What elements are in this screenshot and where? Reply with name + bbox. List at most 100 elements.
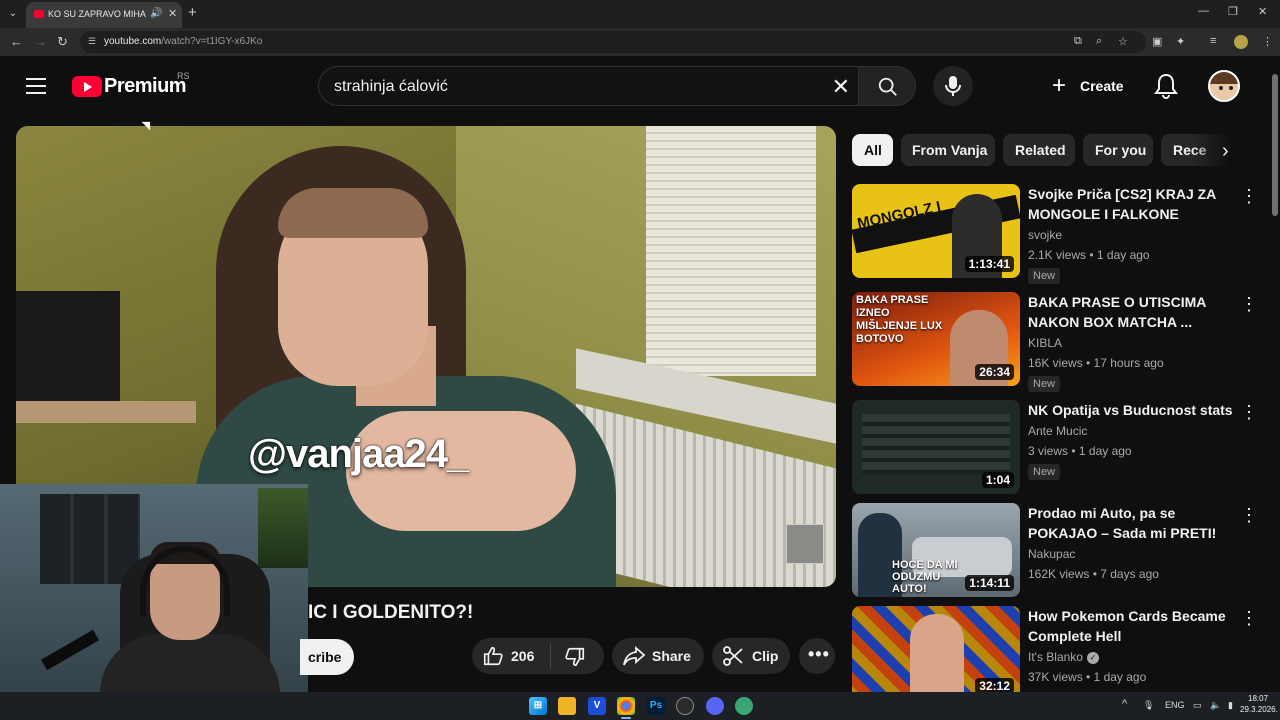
tray-mic-icon[interactable]: 🎙 — [1143, 700, 1154, 711]
video-title[interactable]: NK Opatija vs Buducnost stats — [1028, 400, 1238, 420]
video-title[interactable]: BAKA PRASE O UTISCIMA NAKON BOX MATCHA .… — [1028, 292, 1238, 332]
video-title[interactable]: Svojke Priča [CS2] KRAJ ZA MONGOLE I FAL… — [1028, 184, 1238, 224]
tab-title: KO SU ZAPRAVO MIHAJLO — [48, 9, 146, 19]
subscribe-button[interactable]: cribe — [300, 639, 354, 675]
chip-label: For you — [1095, 142, 1147, 158]
account-avatar[interactable] — [1208, 70, 1240, 102]
more-vertical-icon[interactable]: ⋮ — [1240, 402, 1258, 423]
clock-time[interactable]: 18:07 — [1248, 694, 1268, 703]
install-app-icon[interactable]: ⧉ — [1074, 35, 1082, 48]
plus-icon: + — [1052, 72, 1067, 99]
forward-arrow-icon[interactable]: → — [34, 34, 47, 49]
new-tab-button[interactable]: + — [188, 4, 197, 21]
windows-taskbar: ⊞ V Ps ^ 🎙 ENG ▭ 🔈 ▮ — [0, 692, 1280, 720]
recommendation-item[interactable]: 1:04 NK Opatija vs Buducnost stats Ante … — [852, 400, 1262, 496]
extensions-puzzle-icon[interactable]: ✦ — [1176, 35, 1185, 48]
youtube-logo-icon[interactable] — [72, 76, 102, 97]
more-vertical-icon[interactable]: ⋮ — [1240, 505, 1258, 526]
tab-search-icon[interactable]: ⌄ — [4, 5, 22, 23]
video-thumbnail[interactable]: BAKA PRASE IZNEO MIŠLJENJE LUX BOTOVO 26… — [852, 292, 1020, 386]
minimize-button[interactable]: — — [1198, 5, 1209, 17]
notifications-bell-icon[interactable] — [1154, 73, 1178, 99]
channel-name[interactable]: It's Blanko ✓ — [1028, 650, 1099, 664]
discord-icon[interactable] — [706, 697, 724, 715]
clock-date[interactable]: 29.3.2026. — [1240, 705, 1278, 714]
page-scrollbar[interactable] — [1270, 60, 1280, 692]
chip-for-you[interactable]: For you — [1083, 134, 1153, 166]
audio-playing-icon[interactable]: 🔊 — [150, 8, 162, 19]
channel-name[interactable]: svojke — [1028, 228, 1062, 242]
channel-name[interactable]: Ante Mucic — [1028, 424, 1087, 438]
tray-chevron-up-icon[interactable]: ^ — [1122, 698, 1127, 710]
youtube-premium-brand[interactable]: Premium — [104, 75, 187, 98]
clip-label: Clip — [752, 648, 779, 664]
network-icon[interactable]: ▭ — [1193, 700, 1202, 711]
thumbs-down-icon[interactable] — [564, 646, 586, 668]
channel-name[interactable]: KIBLA — [1028, 336, 1062, 350]
share-button[interactable]: Share — [612, 638, 704, 674]
tab-close-icon[interactable]: ✕ — [168, 7, 177, 20]
search-query-text[interactable]: strahinja ćalović — [334, 78, 448, 96]
create-button[interactable]: + Create — [1048, 72, 1130, 100]
clear-search-icon[interactable]: ✕ — [832, 74, 850, 100]
globe-app-icon[interactable] — [735, 697, 753, 715]
search-button[interactable] — [858, 66, 916, 106]
bookmark-star-icon[interactable]: ☆ — [1118, 35, 1128, 48]
profile-avatar-icon[interactable] — [1234, 35, 1248, 49]
browser-tab[interactable]: KO SU ZAPRAVO MIHAJLO 🔊 ✕ — [26, 2, 182, 28]
channel-name[interactable]: Nakupac — [1028, 547, 1075, 561]
site-info-icon[interactable]: ☰ — [88, 36, 96, 47]
guide-menu-icon[interactable] — [26, 78, 46, 94]
language-indicator[interactable]: ENG — [1165, 700, 1185, 710]
recommendation-item[interactable]: BAKA PRASE IZNEO MIŠLJENJE LUX BOTOVO 26… — [852, 292, 1262, 392]
recommendation-item[interactable]: 32:12 How Pokemon Cards Became Complete … — [852, 606, 1262, 702]
video-thumbnail[interactable]: 1:04 — [852, 400, 1020, 494]
clip-button[interactable]: Clip — [712, 638, 790, 674]
chip-label: All — [864, 142, 882, 158]
zoom-icon[interactable]: ⌕ — [1096, 35, 1102, 48]
more-actions-button[interactable]: ••• — [799, 638, 835, 674]
back-arrow-icon[interactable]: ← — [10, 34, 23, 49]
media-control-icon[interactable]: ≡ — [1210, 35, 1216, 47]
voice-search-button[interactable] — [933, 66, 973, 106]
thumbnail-text: BAKA PRASE IZNEO MIŠLJENJE LUX BOTOVO — [856, 294, 943, 345]
video-thumbnail[interactable]: HOĆE DA MI ODUZMU AUTO! 1:14:11 — [852, 503, 1020, 597]
photoshop-icon[interactable]: Ps — [647, 697, 665, 715]
video-meta: 2.1K views • 1 day ago — [1028, 248, 1150, 262]
extension-icon[interactable]: ▣ — [1152, 35, 1162, 48]
country-code: RS — [177, 71, 190, 81]
reload-icon[interactable]: ↻ — [57, 34, 68, 50]
chrome-icon[interactable] — [617, 697, 635, 715]
battery-icon[interactable]: ▮ — [1228, 700, 1233, 711]
browser-menu-icon[interactable]: ⋮ — [1262, 35, 1273, 48]
video-meta: 37K views • 1 day ago — [1028, 670, 1147, 684]
chip-from-vanja[interactable]: From Vanja — [901, 134, 995, 166]
channel-watermark[interactable] — [786, 524, 824, 564]
windows-start-icon[interactable]: ⊞ — [529, 697, 547, 715]
thumbs-up-icon[interactable] — [482, 645, 504, 667]
video-title[interactable]: How Pokemon Cards Became Complete Hell — [1028, 606, 1238, 646]
chip-related[interactable]: Related — [1003, 134, 1075, 166]
volume-icon[interactable]: 🔈 — [1210, 700, 1221, 711]
obs-icon[interactable] — [676, 697, 694, 715]
recommendation-item[interactable]: HOĆE DA MI ODUZMU AUTO! 1:14:11 Prodao m… — [852, 503, 1262, 599]
address-bar[interactable]: ☰ youtube.com/watch?v=t1IGY-x6JKo ⧉ ⌕ ☆ — [80, 31, 1146, 53]
restore-button[interactable]: ❐ — [1228, 5, 1238, 18]
video-thumbnail[interactable]: 32:12 — [852, 606, 1020, 700]
chevron-right-icon[interactable]: › — [1222, 140, 1229, 163]
chip-all[interactable]: All — [852, 134, 893, 166]
recommendation-item[interactable]: MONGOLZ I FALCONS OUT 1:13:41 Svojke Pri… — [852, 184, 1262, 284]
address-toolbar: ← → ↻ ☰ youtube.com/watch?v=t1IGY-x6JKo … — [0, 28, 1280, 56]
search-input[interactable]: strahinja ćalović ✕ — [318, 66, 862, 106]
file-explorer-icon[interactable] — [558, 697, 576, 715]
video-overlay-handle: @vanjaa24_ — [248, 432, 469, 476]
more-vertical-icon[interactable]: ⋮ — [1240, 294, 1258, 315]
scrollbar-thumb[interactable] — [1272, 74, 1278, 216]
close-window-button[interactable]: ✕ — [1258, 5, 1267, 18]
like-count[interactable]: 206 — [511, 648, 534, 664]
video-thumbnail[interactable]: MONGOLZ I FALCONS OUT 1:13:41 — [852, 184, 1020, 278]
more-vertical-icon[interactable]: ⋮ — [1240, 608, 1258, 629]
video-title[interactable]: Prodao mi Auto, pa se POKAJAO – Sada mi … — [1028, 503, 1238, 543]
more-vertical-icon[interactable]: ⋮ — [1240, 186, 1258, 207]
vscode-icon[interactable]: V — [588, 697, 606, 715]
